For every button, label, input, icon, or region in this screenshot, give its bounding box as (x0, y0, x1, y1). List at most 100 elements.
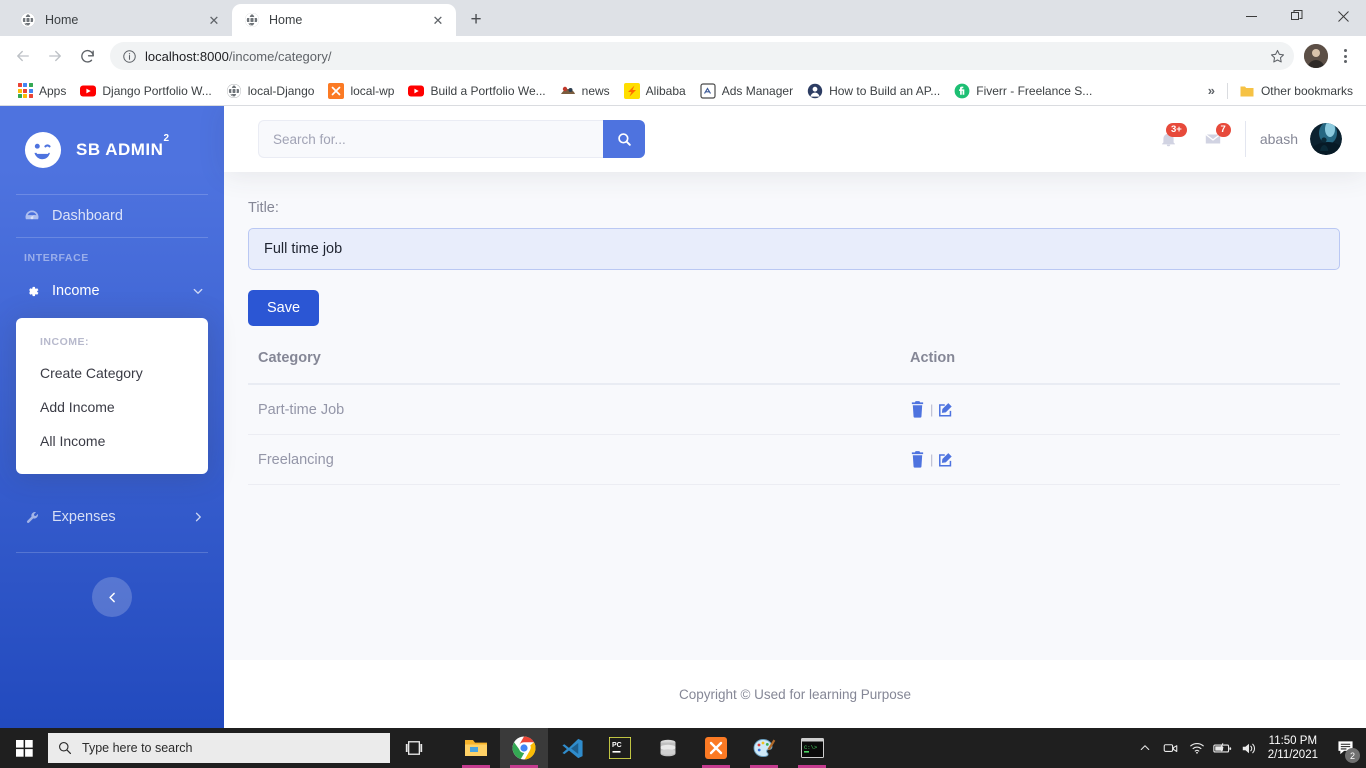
edit-icon[interactable] (938, 451, 954, 468)
browser-tab-1[interactable]: Home ✕ (8, 4, 232, 36)
sidebar-item-income[interactable]: Income (0, 270, 224, 312)
bookmark-star-icon[interactable] (1269, 48, 1286, 65)
save-button[interactable]: Save (248, 290, 320, 326)
taskbar-search[interactable]: Type here to search (48, 733, 390, 763)
taskbar-app-database[interactable] (644, 728, 692, 768)
wink-face-icon (24, 131, 62, 169)
search-input[interactable] (258, 120, 603, 158)
close-button[interactable] (1320, 0, 1366, 32)
taskbar-search-placeholder: Type here to search (82, 741, 193, 755)
volume-tray-button[interactable] (1236, 728, 1262, 768)
taskbar-app-chrome[interactable] (500, 728, 548, 768)
close-icon (1337, 10, 1349, 22)
back-button[interactable] (8, 41, 38, 71)
bookmark-item[interactable]: Build a Portfolio We... (401, 80, 552, 102)
url-domain: localhost:8000 (145, 48, 229, 64)
battery-tray-button[interactable] (1210, 728, 1236, 768)
user-name: abash (1259, 131, 1298, 147)
bookmark-item[interactable]: local-wp (321, 80, 401, 102)
user-menu[interactable]: abash (1260, 123, 1342, 155)
title-input[interactable] (248, 228, 1340, 270)
sidebar-collapse-button[interactable] (92, 577, 132, 617)
bookmark-item[interactable]: Ads Manager (693, 80, 800, 102)
search-button[interactable] (603, 120, 645, 158)
delete-icon[interactable] (910, 401, 925, 418)
alibaba-icon (623, 82, 640, 99)
chevron-left-icon (108, 592, 115, 602)
submenu-item-create-category[interactable]: Create Category (16, 356, 208, 390)
page-viewport: SB ADMIN2 Dashboard INTERFACE Income INC… (0, 106, 1366, 728)
database-icon (660, 739, 676, 757)
income-submenu: INCOME: Create Category Add Income All I… (16, 318, 208, 474)
bookmark-apps[interactable]: Apps (10, 80, 73, 102)
address-bar[interactable]: localhost:8000/income/category/ (110, 42, 1294, 70)
tab-title: Home (269, 13, 303, 27)
action-center-button[interactable]: 2 (1328, 728, 1362, 768)
browser-tab-2[interactable]: Home ✕ (232, 4, 456, 36)
chevron-right-icon (192, 511, 204, 523)
sidebar-item-label: Expenses (52, 509, 116, 525)
arrow-right-icon (49, 50, 61, 62)
tab-strip: Home ✕ Home ✕ + (0, 0, 1366, 36)
bookmark-item[interactable]: Alibaba (617, 80, 693, 102)
folder-icon (1240, 86, 1254, 96)
battery-icon (1213, 742, 1232, 753)
taskbar-app-command-prompt[interactable]: C:\> (788, 728, 836, 768)
bookmark-item[interactable]: How to Build an AP... (800, 80, 947, 102)
bookmark-item[interactable]: Django Portfolio W... (73, 80, 218, 102)
taskbar-app-xampp[interactable] (692, 728, 740, 768)
kebab-dot (1343, 54, 1347, 58)
search-icon (617, 132, 631, 146)
row-actions: | (910, 401, 1340, 418)
tab-close-icon[interactable]: ✕ (206, 12, 222, 28)
bookmarks-overflow-button[interactable]: » (1200, 83, 1223, 98)
command-prompt-icon: C:\> (800, 738, 824, 758)
reload-button[interactable] (72, 41, 102, 71)
taskbar-app-file-explorer[interactable] (452, 728, 500, 768)
sidebar-item-dashboard[interactable]: Dashboard (0, 195, 224, 237)
svg-text:C:\>: C:\> (804, 744, 817, 751)
windows-icon (15, 739, 33, 757)
bookmark-label: local-Django (247, 83, 315, 98)
sidebar: SB ADMIN2 Dashboard INTERFACE Income INC… (0, 106, 224, 728)
brand-logo-link[interactable]: SB ADMIN2 (0, 106, 224, 194)
messages-button[interactable]: 7 (1191, 119, 1235, 159)
tab-close-icon[interactable]: ✕ (430, 12, 446, 28)
cell-action: | (910, 384, 1340, 435)
chevron-up-icon (1140, 745, 1149, 751)
profile-avatar[interactable] (1304, 44, 1328, 68)
start-button[interactable] (0, 728, 48, 768)
taskbar-app-vscode[interactable] (548, 728, 596, 768)
forward-button[interactable] (40, 41, 70, 71)
system-tray: 11:50 PM 2/11/2021 2 (1132, 728, 1366, 768)
new-tab-button[interactable]: + (462, 6, 490, 34)
minimize-button[interactable] (1228, 0, 1274, 32)
show-hidden-icons-button[interactable] (1132, 728, 1158, 768)
brand-superscript: 2 (163, 133, 170, 145)
browser-menu-button[interactable] (1332, 41, 1358, 71)
taskbar-clock[interactable]: 11:50 PM 2/11/2021 (1262, 728, 1328, 768)
bookmark-item[interactable]: Fiverr - Freelance S... (947, 80, 1099, 102)
sidebar-item-expenses[interactable]: Expenses (0, 496, 224, 538)
alerts-button[interactable]: 3+ (1147, 119, 1191, 159)
submenu-item-all-income[interactable]: All Income (16, 424, 208, 458)
xampp-icon (705, 737, 727, 759)
alerts-badge: 3+ (1166, 123, 1187, 137)
browser-window: Home ✕ Home ✕ + localhost:8000/income/ca… (0, 0, 1366, 728)
globe-icon (226, 83, 241, 98)
taskbar-app-paint[interactable] (740, 728, 788, 768)
topbar-divider (1244, 121, 1246, 157)
clock-time: 11:50 PM (1268, 735, 1318, 747)
edit-icon[interactable] (938, 401, 954, 418)
webcam-tray-button[interactable] (1158, 728, 1184, 768)
taskbar-app-pycharm[interactable]: PC (596, 728, 644, 768)
task-view-button[interactable] (390, 728, 438, 768)
bookmark-item[interactable]: local-Django (219, 80, 322, 102)
maximize-button[interactable] (1274, 0, 1320, 32)
bookmark-item[interactable]: news (553, 80, 617, 102)
other-bookmarks-folder[interactable]: Other bookmarks (1232, 80, 1360, 102)
wifi-tray-button[interactable] (1184, 728, 1210, 768)
delete-icon[interactable] (910, 451, 925, 468)
submenu-item-add-income[interactable]: Add Income (16, 390, 208, 424)
vscode-icon (561, 738, 583, 758)
